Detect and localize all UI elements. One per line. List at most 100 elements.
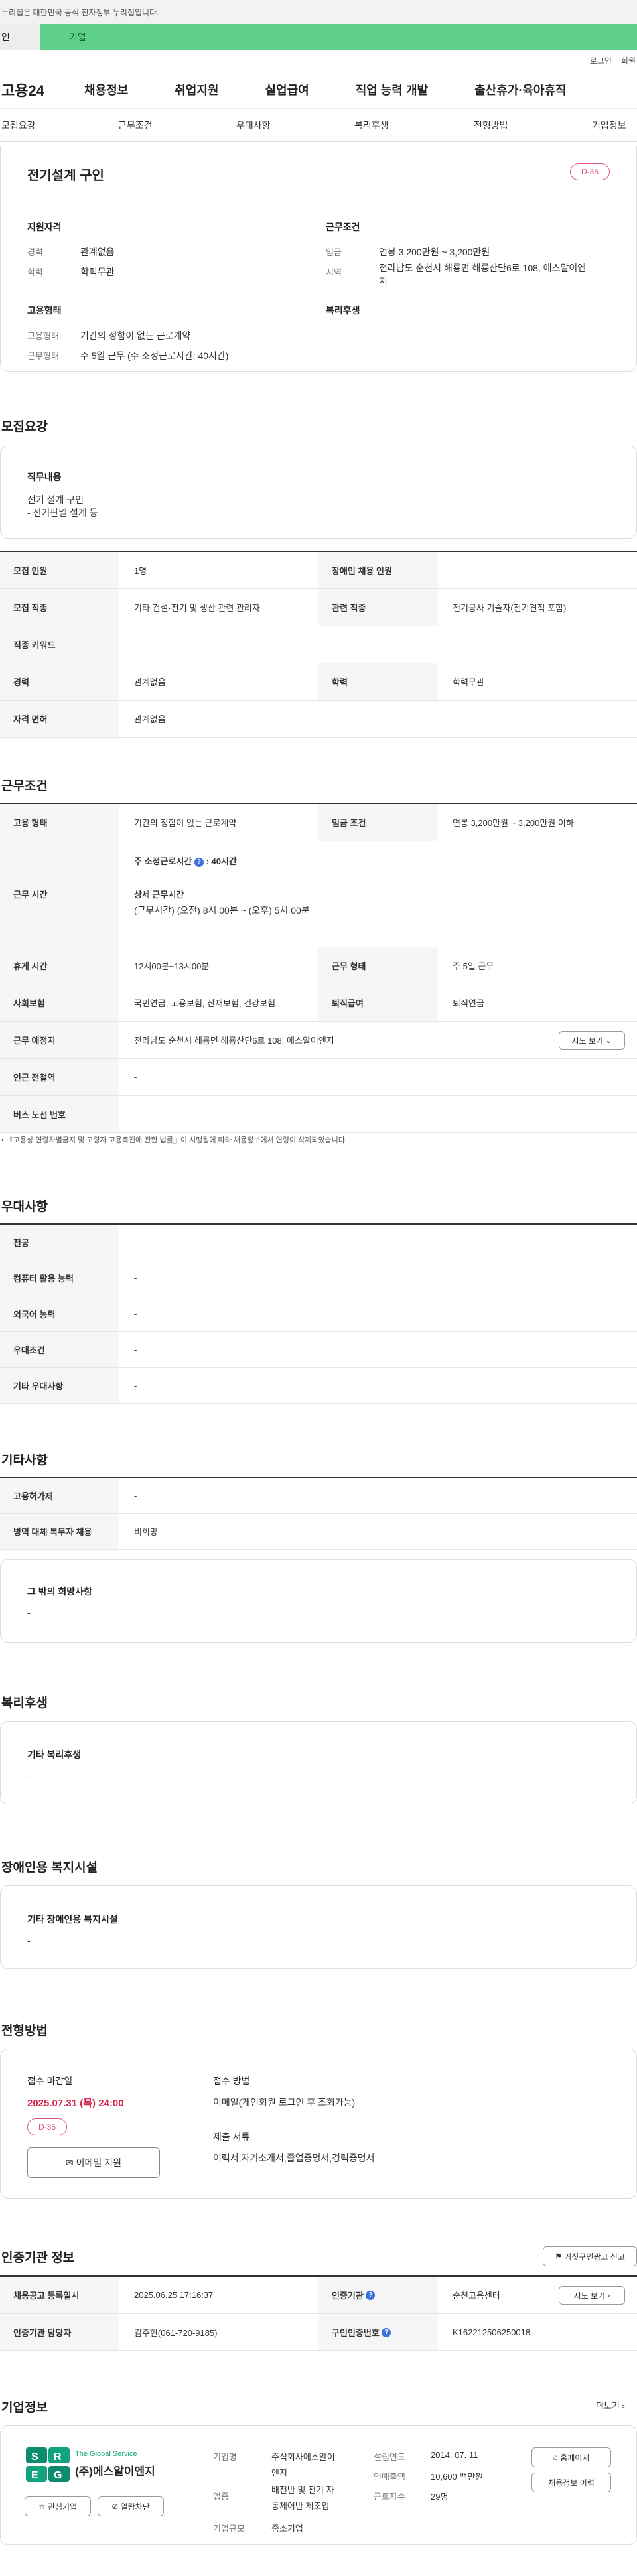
prefer-heading: 우대사항 — [1, 1200, 48, 1214]
table-row: 외국어 능력 - — [0, 1296, 637, 1332]
table-row: 직종 키워드 - — [0, 626, 637, 663]
detail-hours-value: (근무시간) (오전) 8시 00분 ~ (오후) 5시 00분 — [134, 905, 310, 915]
docs-label: 제출 서류 — [213, 2132, 250, 2142]
table-row: 자격 면허 관계없음 — [0, 701, 637, 738]
table-row: 근무 시간 주 소정근로시간 ? : 40시간 상세 근무시간 (근무시간) (… — [0, 841, 637, 947]
info-icon[interactable]: ? — [366, 2290, 376, 2300]
company-name-label: 기업명 — [213, 2452, 237, 2462]
table-row: 휴게 시간 12시00분~13시00분 근무 형태 주 5일 근무 — [0, 947, 637, 984]
size-label: 기업규모 — [213, 2524, 245, 2534]
site-logo[interactable]: 고용24 — [0, 79, 84, 100]
flag-icon: ⚑ — [555, 2252, 562, 2261]
interest-company-button[interactable]: ☆ 관심기업 — [25, 2496, 91, 2516]
company-more-link[interactable]: 더보기 › — [596, 2399, 625, 2411]
gnb-parental-leave[interactable]: 출산휴가·육아휴직 — [474, 81, 566, 98]
block-icon: ⊘ — [111, 2502, 119, 2511]
deadline-label: 접수 마감일 — [27, 2076, 73, 2086]
anchor-recruit[interactable]: 모집요강 — [1, 119, 36, 132]
gnb-employment-support[interactable]: 취업지원 — [175, 81, 218, 98]
chevron-right-icon: › — [622, 2401, 625, 2411]
homepage-button[interactable]: ⌂ 홈페이지 — [531, 2447, 611, 2467]
industry-label: 업종 — [213, 2492, 229, 2502]
company-name-value-2: 엔지 — [271, 2468, 287, 2478]
table-row: 버스 노선 번호 - — [0, 1096, 637, 1133]
summary-card: 전기설계 구인 D-35 지원자격 경력 관계없음 학력 학력무관 근무조건 임… — [0, 146, 637, 372]
anchor-work[interactable]: 근무조건 — [118, 119, 153, 132]
welfare-box-value: - — [27, 1771, 31, 1781]
deadline-value: 2025.07.31 (목) 24:00 — [27, 2098, 124, 2109]
process-box: 접수 마감일 2025.07.31 (목) 24:00 D-35 ✉ 이메일 지… — [0, 2049, 637, 2199]
etc-heading: 기타사항 — [1, 1454, 48, 1467]
cert-heading: 인증기관 정보 — [1, 2251, 75, 2265]
table-row: 병역 대체 복무자 채용 비희망 — [0, 1514, 637, 1550]
home-icon: ⌂ — [553, 2453, 558, 2462]
career-label: 경력 — [27, 247, 43, 257]
table-row: 우대조건 - — [0, 1332, 637, 1368]
info-icon[interactable]: ? — [194, 857, 204, 867]
table-row: 고용허가제 - — [0, 1478, 637, 1514]
table-row: 인증기관 담당자 김주현(061-720-9185) 구인인증번호 ? K162… — [0, 2314, 637, 2351]
anchor-process[interactable]: 전형방법 — [474, 119, 508, 132]
industry-value-2: 동제어반 제조업 — [271, 2501, 330, 2511]
gnb-vocational-training[interactable]: 직업 능력 개발 — [356, 81, 428, 98]
docs-value: 이력서,자기소개서,졸업증명서,경력증명서 — [213, 2153, 375, 2163]
cert-map-button[interactable]: 지도 보기 › — [559, 2286, 625, 2305]
anchor-welfare[interactable]: 복리후생 — [354, 119, 389, 132]
anchor-company[interactable]: 기업정보 — [592, 119, 626, 132]
join-link[interactable]: 회원 — [621, 55, 636, 66]
emp-type-label: 고용형태 — [27, 331, 59, 341]
tab-personal[interactable]: 인 — [0, 24, 40, 50]
chevron-down-icon: ⌄ — [605, 1036, 612, 1045]
duty-box: 직무내용 전기 설계 구인 - 전기판넬 설계 등 — [0, 446, 637, 539]
duty-line2: - 전기판넬 설계 등 — [27, 508, 98, 518]
area-value-line2: 지 — [379, 276, 388, 287]
table-row: 고용 형태 기간의 정함이 없는 근로계약 임금 조건 연봉 3,200만원 ~… — [0, 804, 637, 841]
emp-type-value: 기간의 정함이 없는 근로계약 — [80, 330, 191, 341]
company-name: (주)에스알이엔지 — [75, 2465, 155, 2478]
email-apply-button[interactable]: ✉ 이메일 지원 — [27, 2147, 160, 2178]
login-link[interactable]: 로그인 — [590, 55, 612, 66]
job-history-button[interactable]: 채용정보 이력 — [531, 2473, 611, 2492]
wage-value: 연봉 3,200만원 ~ 3,200만원 — [379, 247, 490, 257]
company-card: S R E G The Global Service (주)에스알이엔지 ☆ 관심기업… — [0, 2425, 637, 2545]
sales-value: 10,600 백만원 — [431, 2472, 484, 2482]
gnb-jobs[interactable]: 채용정보 — [84, 81, 128, 98]
method-label: 접수 방법 — [213, 2076, 250, 2086]
report-fake-ad-button[interactable]: ⚑ 거짓구인광고 신고 — [543, 2246, 637, 2266]
table-row: 기타 우대사항 - — [0, 1368, 637, 1404]
global-nav: 고용24 채용정보 취업지원 실업급여 직업 능력 개발 출산휴가·육아휴직 — [0, 70, 637, 109]
work-form-value: 주 5일 근무 (주 소정근로시간: 40시간) — [80, 350, 229, 361]
disabled-box-heading: 기타 장애인용 복지시설 — [27, 1914, 118, 1925]
map-button[interactable]: 지도 보기 ⌄ — [559, 1031, 625, 1050]
etc-box: 그 밖의 희망사항 - — [0, 1559, 637, 1643]
table-row: 모집 인원 1명 장애인 채용 인원 - — [0, 552, 637, 589]
dday-badge: D-35 — [570, 163, 610, 180]
disabled-heading: 장애인용 복지시설 — [1, 1861, 98, 1875]
emp-count-label: 근로자수 — [374, 2492, 405, 2502]
info-icon[interactable]: ? — [382, 2327, 391, 2337]
gnb-unemployment-benefit[interactable]: 실업급여 — [265, 81, 309, 98]
method-value: 이메일(개인회원 로그인 후 조회가능) — [213, 2097, 356, 2108]
size-value: 중소기업 — [271, 2524, 303, 2534]
company-logo: S R E G — [25, 2446, 71, 2483]
logo-tagline: The Global Service — [75, 2450, 137, 2458]
table-row: 경력 관계없음 학력 학력무관 — [0, 663, 637, 701]
chevron-right-icon: › — [607, 2291, 610, 2300]
svg-text:R: R — [54, 2451, 62, 2463]
anchor-prefer[interactable]: 우대사항 — [236, 119, 271, 132]
est-value: 2014. 07. 11 — [431, 2450, 478, 2460]
process-dday-badge: D-35 — [27, 2118, 67, 2135]
emp-count-value: 29명 — [431, 2492, 449, 2502]
est-label: 설립연도 — [374, 2452, 405, 2462]
welfare-box: 기타 복리후생 - — [0, 1721, 637, 1804]
job-title: 전기설계 구인 — [27, 169, 104, 183]
block-view-button[interactable]: ⊘ 열람차단 — [98, 2496, 164, 2516]
table-row: 컴퓨터 활용 능력 - — [0, 1260, 637, 1296]
process-heading: 전형방법 — [1, 2024, 48, 2038]
work-form-label: 근무형태 — [27, 351, 59, 361]
etc-box-value: - — [27, 1607, 31, 1618]
top-tabs: 인 기업 — [0, 24, 637, 50]
tab-company[interactable]: 기업 — [40, 24, 637, 50]
table-row: 전공 - — [0, 1225, 637, 1260]
recruit-heading: 모집요강 — [1, 420, 48, 434]
